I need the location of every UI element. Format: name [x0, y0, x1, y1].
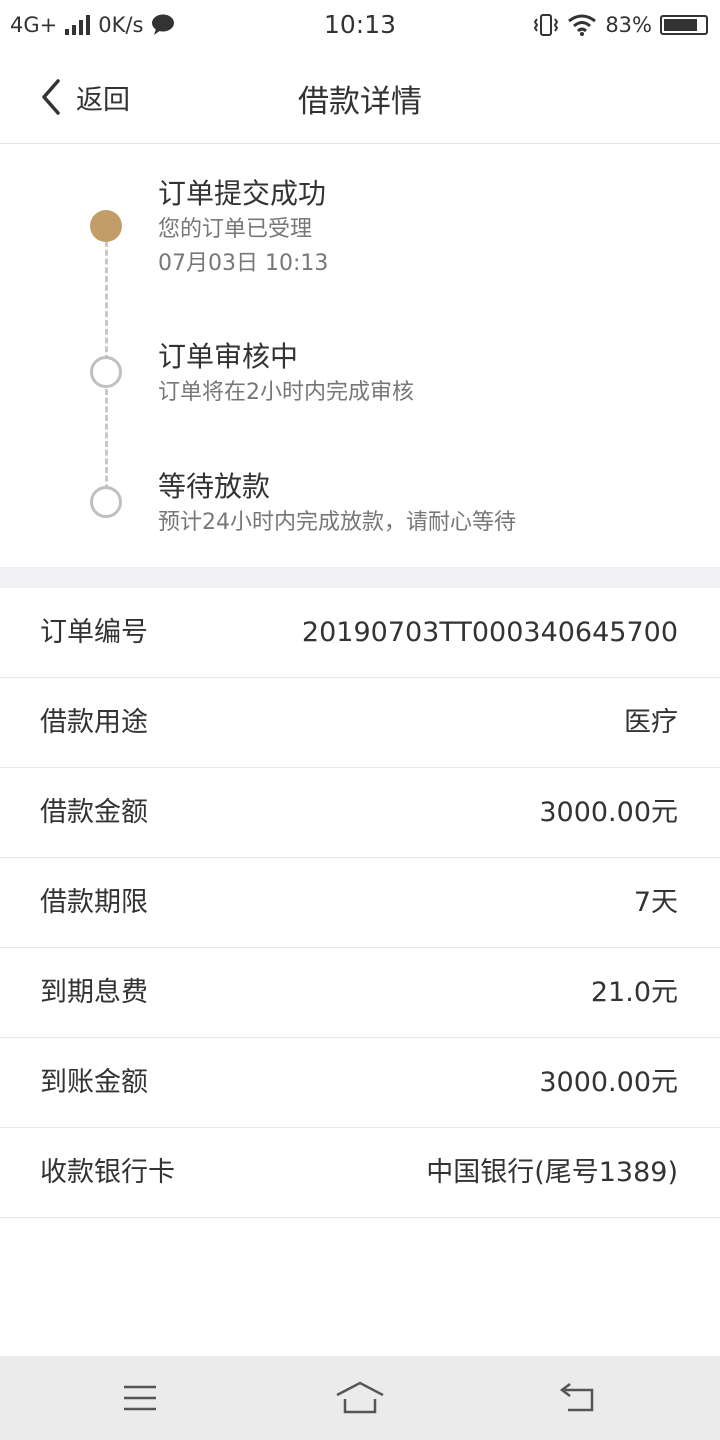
- row-value: 中国银行(尾号1389): [426, 1157, 678, 1188]
- step-time: 07月03日 10:13: [158, 251, 329, 276]
- step-title: 订单审核中: [158, 340, 299, 373]
- row-value: 3000.00元: [539, 797, 678, 828]
- row-label: 借款用途: [40, 707, 148, 738]
- timeline-connector: [105, 241, 108, 361]
- detail-row-amount: 借款金额 3000.00元: [0, 768, 720, 858]
- progress-timeline: 订单提交成功 您的订单已受理 07月03日 10:13 订单审核中 订单将在2小…: [0, 145, 720, 567]
- detail-row-order-number: 订单编号 20190703TT000340645700: [0, 588, 720, 678]
- status-bar: 4G+ 0K/s 10:13 83%: [0, 0, 720, 50]
- menu-button[interactable]: [110, 1374, 170, 1422]
- home-button[interactable]: [330, 1374, 390, 1422]
- timeline-connector: [105, 389, 108, 499]
- step-subtitle: 预计24小时内完成放款，请耐心等待: [158, 510, 516, 535]
- row-label: 订单编号: [40, 617, 148, 648]
- row-label: 到期息费: [40, 977, 148, 1008]
- section-divider: [0, 567, 720, 588]
- wifi-icon: [568, 14, 597, 36]
- page-title: 借款详情: [298, 84, 422, 120]
- system-nav-bar: [0, 1356, 720, 1440]
- timeline-step-submitted: 订单提交成功 您的订单已受理 07月03日 10:13: [158, 175, 678, 281]
- row-value: 21.0元: [590, 977, 678, 1008]
- row-label: 收款银行卡: [40, 1157, 175, 1188]
- detail-row-bank-card: 收款银行卡 中国银行(尾号1389): [0, 1128, 720, 1218]
- step-subtitle: 订单将在2小时内完成审核: [158, 380, 414, 405]
- row-label: 到账金额: [40, 1067, 148, 1098]
- detail-row-interest: 到期息费 21.0元: [0, 948, 720, 1038]
- vibrate-icon: [534, 14, 559, 36]
- detail-row-received: 到账金额 3000.00元: [0, 1038, 720, 1128]
- navigation-bar: 返回 借款详情: [0, 50, 720, 144]
- system-back-button[interactable]: [548, 1374, 608, 1422]
- timeline-step-disburse: 等待放款 预计24小时内完成放款，请耐心等待: [158, 468, 678, 540]
- menu-icon: [124, 1385, 156, 1411]
- row-value: 医疗: [624, 707, 678, 738]
- timeline-dot: [90, 356, 122, 388]
- row-label: 借款期限: [40, 887, 148, 918]
- timeline-dot: [90, 210, 122, 242]
- battery-icon: [660, 15, 708, 35]
- back-arrow-icon: [559, 1383, 594, 1412]
- timeline-step-review: 订单审核中 订单将在2小时内完成审核: [158, 338, 678, 410]
- detail-row-purpose: 借款用途 医疗: [0, 678, 720, 768]
- timeline-dot: [90, 486, 122, 518]
- step-title: 订单提交成功: [158, 177, 327, 210]
- loan-details-list: 订单编号 20190703TT000340645700 借款用途 医疗 借款金额…: [0, 588, 720, 1218]
- step-title: 等待放款: [158, 470, 271, 503]
- row-value: 3000.00元: [539, 1067, 678, 1098]
- home-icon: [336, 1381, 384, 1414]
- step-subtitle: 您的订单已受理: [158, 217, 313, 242]
- row-value: 20190703TT000340645700: [301, 617, 678, 648]
- status-right: 83%: [533, 12, 708, 38]
- battery-percent: 83%: [605, 13, 652, 37]
- detail-row-term: 借款期限 7天: [0, 858, 720, 948]
- row-label: 借款金额: [40, 797, 148, 828]
- row-value: 7天: [633, 887, 678, 918]
